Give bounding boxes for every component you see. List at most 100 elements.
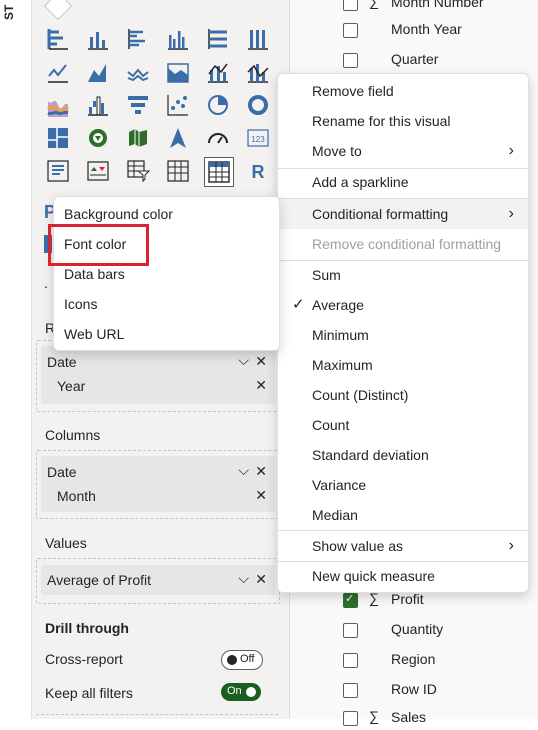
- expand-chevron-icon[interactable]: ⌵: [238, 570, 249, 587]
- funnel-chart-icon[interactable]: [85, 92, 111, 118]
- clustered-bar-chart-icon[interactable]: [125, 26, 151, 52]
- menu-item-sum[interactable]: Sum: [278, 260, 528, 290]
- pie-chart-icon[interactable]: [165, 92, 191, 118]
- keep-all-filters-toggle[interactable]: On: [221, 683, 261, 701]
- line-and-clustered-column-icon[interactable]: [205, 59, 231, 85]
- menu-item-maximum[interactable]: Maximum: [278, 350, 528, 380]
- 100pct-stacked-column-chart-icon[interactable]: [245, 26, 271, 52]
- menu-item-label: Remove conditional formatting: [312, 236, 502, 252]
- sigma-icon: ∑: [369, 0, 379, 9]
- menu-item-label: Standard deviation: [312, 447, 429, 463]
- r-visual-icon[interactable]: R: [245, 158, 271, 184]
- sigma-icon: ∑: [369, 708, 379, 724]
- keep-all-filters-label: Keep all filters: [45, 685, 133, 701]
- menu-item-label: Data bars: [64, 266, 125, 282]
- cross-report-label: Cross-report: [45, 651, 123, 667]
- checkmark-icon: ✓: [292, 296, 305, 313]
- line-and-stacked-column-icon[interactable]: [165, 59, 191, 85]
- multi-row-card-icon[interactable]: 123: [245, 125, 271, 151]
- expand-chevron-icon[interactable]: ⌵: [238, 352, 249, 369]
- field-label: Region: [391, 651, 436, 667]
- menu-item-conditional-formatting[interactable]: Conditional formatting ›: [278, 199, 528, 229]
- treemap-icon[interactable]: [245, 92, 271, 118]
- field-checkbox[interactable]: [343, 53, 358, 68]
- menu-item-standard-deviation[interactable]: Standard deviation: [278, 440, 528, 470]
- field-checkbox[interactable]: [343, 683, 358, 698]
- remove-field-icon[interactable]: ✕: [255, 487, 267, 504]
- columns-well[interactable]: Date ⌵ ✕ Month ✕: [36, 450, 280, 519]
- card-icon[interactable]: [205, 125, 231, 151]
- submenu-item-web-url[interactable]: Web URL: [54, 319, 279, 349]
- gauge-icon[interactable]: [165, 125, 191, 151]
- area-chart-icon[interactable]: [85, 59, 111, 85]
- line-chart-icon[interactable]: [45, 59, 71, 85]
- columns-group-label: Date: [47, 464, 77, 480]
- menu-item-label: Maximum: [312, 357, 373, 373]
- svg-text:123: 123: [251, 135, 265, 144]
- menu-item-label: Add a sparkline: [312, 174, 409, 190]
- remove-field-icon[interactable]: ✕: [255, 571, 267, 588]
- rows-field-chip[interactable]: Date ⌵ ✕ Year ✕: [41, 346, 275, 404]
- values-well[interactable]: Average of Profit ⌵ ✕: [36, 558, 280, 604]
- menu-item-label: Minimum: [312, 327, 369, 343]
- rows-item-label: Year: [57, 378, 86, 394]
- field-label: Month Number: [391, 0, 484, 10]
- menu-item-remove-field[interactable]: Remove field: [278, 76, 528, 106]
- clustered-column-chart-icon[interactable]: [165, 26, 191, 52]
- menu-item-add-sparkline[interactable]: Add a sparkline: [278, 167, 528, 197]
- waterfall-chart-icon[interactable]: [45, 92, 71, 118]
- menu-item-count[interactable]: Count: [278, 410, 528, 440]
- field-label: Sales: [391, 709, 427, 725]
- 100pct-stacked-bar-chart-icon[interactable]: [205, 26, 231, 52]
- map-icon[interactable]: [45, 125, 71, 151]
- filled-map-icon[interactable]: [85, 125, 111, 151]
- field-label: Profit: [391, 591, 424, 607]
- cross-report-toggle[interactable]: Off: [221, 650, 263, 670]
- svg-text:R: R: [252, 162, 265, 182]
- field-label: Quantity: [391, 621, 444, 637]
- donut-chart-icon[interactable]: [205, 92, 231, 118]
- remove-field-icon[interactable]: ✕: [255, 353, 267, 370]
- field-checkbox[interactable]: [343, 0, 358, 11]
- matrix-icon[interactable]: [165, 158, 191, 184]
- field-checkbox[interactable]: [343, 653, 358, 668]
- chevron-right-icon: ›: [508, 142, 514, 159]
- table-icon[interactable]: [125, 158, 151, 184]
- highlight-annotation-box: [48, 224, 149, 266]
- values-field-chip[interactable]: Average of Profit ⌵ ✕: [41, 565, 275, 595]
- field-label: Quarter: [391, 51, 439, 67]
- columns-field-chip[interactable]: Date ⌵ ✕ Month ✕: [41, 456, 275, 512]
- menu-item-average[interactable]: ✓ Average: [278, 290, 528, 320]
- stacked-column-chart-icon[interactable]: [85, 26, 111, 52]
- cross-report-toggle-state: Off: [240, 653, 255, 665]
- azure-map-icon[interactable]: [125, 125, 151, 151]
- chevron-right-icon: ›: [508, 537, 514, 554]
- field-checkbox-checked[interactable]: [343, 592, 358, 608]
- kpi-icon[interactable]: [45, 158, 71, 184]
- menu-item-median[interactable]: Median: [278, 500, 528, 530]
- selected-matrix-visual-icon[interactable]: [204, 157, 234, 187]
- field-checkbox[interactable]: [343, 623, 358, 638]
- scatter-chart-icon[interactable]: [125, 92, 151, 118]
- slicer-icon[interactable]: [85, 158, 111, 184]
- submenu-item-icons[interactable]: Icons: [54, 289, 279, 319]
- menu-item-minimum[interactable]: Minimum: [278, 320, 528, 350]
- menu-item-new-quick-measure[interactable]: New quick measure: [278, 561, 528, 591]
- menu-item-remove-conditional-formatting: Remove conditional formatting: [278, 229, 528, 259]
- menu-item-variance[interactable]: Variance: [278, 470, 528, 500]
- menu-item-label: Median: [312, 507, 358, 523]
- field-checkbox[interactable]: [343, 23, 358, 38]
- menu-item-label: Remove field: [312, 83, 394, 99]
- values-item-label: Average of Profit: [47, 572, 152, 588]
- ellipsis-icon[interactable]: .: [44, 275, 48, 291]
- menu-item-rename[interactable]: Rename for this visual: [278, 106, 528, 136]
- menu-item-move-to[interactable]: Move to ›: [278, 136, 528, 166]
- remove-field-icon[interactable]: ✕: [255, 463, 267, 480]
- menu-item-show-value-as[interactable]: Show value as ›: [278, 531, 528, 561]
- menu-item-count-distinct[interactable]: Count (Distinct): [278, 380, 528, 410]
- ribbon-chart-icon[interactable]: [245, 59, 271, 85]
- stacked-bar-chart-icon[interactable]: [45, 26, 71, 52]
- stacked-area-chart-icon[interactable]: [125, 59, 151, 85]
- remove-field-icon[interactable]: ✕: [255, 377, 267, 394]
- expand-chevron-icon[interactable]: ⌵: [238, 462, 249, 479]
